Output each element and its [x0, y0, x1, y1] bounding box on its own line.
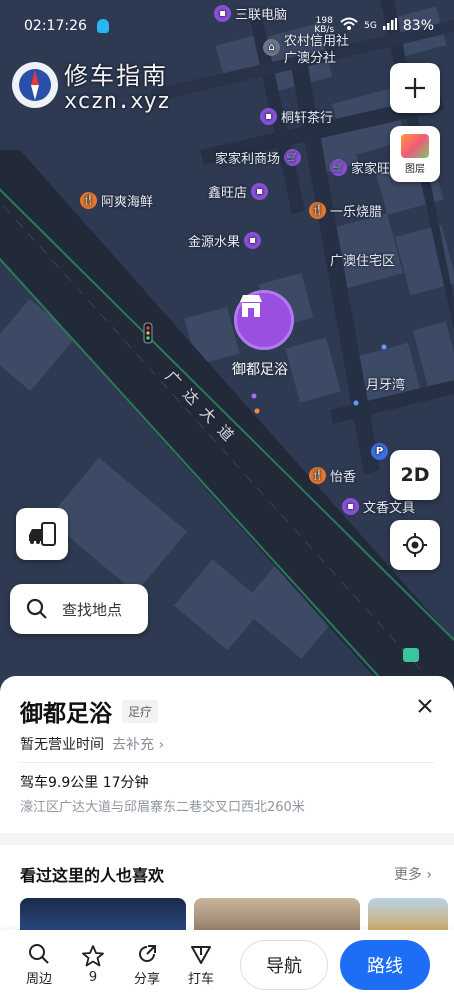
add-hours-link[interactable]: 去补充 › [112, 734, 164, 754]
plus-icon [405, 78, 425, 98]
route-button[interactable]: 路线 [340, 940, 430, 990]
status-bar: 02:17:26 198 KB/s 5G 83% [24, 16, 434, 35]
recommend-section-title: 看过这里的人也喜欢 [20, 866, 165, 885]
car-phone-icon [29, 522, 56, 546]
parking-marker[interactable]: P [371, 443, 388, 460]
restaurant-icon: 🍴 [309, 202, 326, 219]
share-icon [139, 945, 156, 962]
map-app-screen: 广达大道 ▪三联电脑 ⌂农村信用社广澳分社 ▪桐轩茶行 家家利商场🛒 🛒家家旺▪… [0, 0, 454, 1000]
status-time: 02:17:26 [24, 18, 87, 34]
shop-icon: ▪ [342, 498, 359, 515]
search-icon [26, 598, 47, 619]
crosshair-icon [403, 533, 427, 557]
selected-place-label: 御都足浴 [232, 362, 288, 378]
place-name: 御都足浴 [20, 701, 112, 727]
bottom-toolbar: 周边 9 分享 打车 导航 路线 [0, 930, 454, 1000]
search-place-button[interactable]: 查找地点 [10, 584, 148, 634]
wifi-icon [340, 17, 358, 35]
drive-info: 驾车9.9公里 17分钟 [20, 775, 149, 791]
cart-icon: 🛒 [330, 159, 347, 176]
traffic-mode-button[interactable] [16, 508, 68, 560]
poi-tongxuan[interactable]: ▪ 桐轩茶行 [260, 107, 333, 126]
poi-xinwang[interactable]: 鑫旺店 ▪ [208, 182, 269, 201]
watermark-title: 修车指南 [64, 62, 168, 90]
divider [20, 762, 434, 763]
close-button[interactable] [418, 694, 432, 719]
star-icon [82, 945, 104, 967]
battery-level: 83% [402, 18, 434, 34]
chevron-right-icon: › [426, 867, 432, 883]
restaurant-icon: 🍴 [80, 192, 97, 209]
chevron-right-icon: › [158, 737, 165, 753]
poi-jinyuan[interactable]: 金源水果 ▪ [188, 231, 262, 250]
business-hours: 暂无营业时间 [20, 737, 104, 753]
restaurant-icon: 🍴 [309, 467, 326, 484]
search-icon [29, 944, 49, 964]
favorite-button[interactable]: 9 [68, 945, 118, 985]
layers-button[interactable]: 图层 [390, 126, 440, 182]
category-badge: 足疗 [122, 699, 159, 723]
poi-jiajiali[interactable]: 家家利商场 🛒 [215, 148, 302, 167]
qq-icon [96, 19, 109, 33]
close-icon [418, 699, 432, 713]
section-divider [0, 833, 454, 845]
view-mode-button[interactable]: 2D [390, 450, 440, 500]
watermark-url: xczn.xyz [64, 89, 170, 114]
poi-guangao-residential[interactable]: 广澳住宅区 [330, 250, 395, 269]
locate-button[interactable] [390, 520, 440, 570]
taxi-button[interactable]: 打车 [176, 943, 226, 987]
poi-ashuang[interactable]: 🍴 阿爽海鲜 [80, 191, 153, 210]
shop-icon: ▪ [260, 108, 277, 125]
share-button[interactable]: 分享 [122, 943, 172, 987]
address: 濠江区广达大道与邱眉寨东二巷交叉口西北260米 [20, 800, 305, 815]
shop-icon: ▪ [244, 232, 262, 249]
cell-signal-icon [382, 18, 397, 34]
add-button[interactable] [390, 63, 440, 113]
navigate-button[interactable]: 导航 [240, 940, 328, 990]
store-icon [240, 295, 262, 317]
poi-yueyawan[interactable]: 月牙湾 [366, 374, 405, 393]
selected-place-pin[interactable] [234, 290, 294, 350]
cart-icon: 🛒 [284, 149, 302, 166]
compass-logo-icon [12, 61, 58, 108]
poi-yixiang[interactable]: 🍴 怡香 [309, 466, 356, 485]
taxi-icon [191, 946, 211, 964]
shop-icon: ▪ [251, 183, 269, 200]
watermark: 修车指南 xczn.xyz [12, 56, 170, 113]
nearby-button[interactable]: 周边 [14, 943, 64, 987]
poi-yile[interactable]: 🍴 一乐烧腊 [309, 201, 382, 220]
layers-icon [401, 133, 429, 158]
parking-icon: P [371, 443, 388, 460]
network-type: 5G [364, 21, 377, 31]
more-link[interactable]: 更多 › [394, 864, 432, 884]
search-placeholder: 查找地点 [62, 600, 123, 619]
